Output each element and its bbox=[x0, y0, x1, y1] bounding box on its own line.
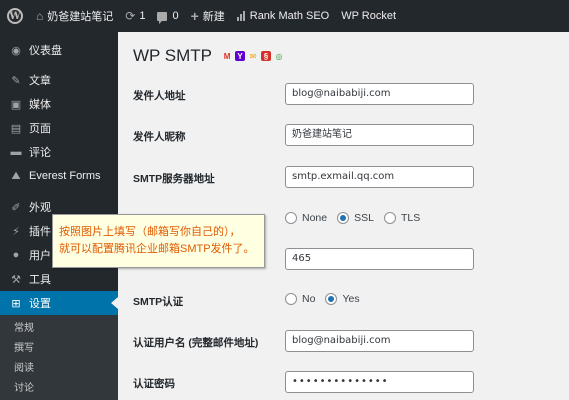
submenu-discussion[interactable]: 讨论 bbox=[0, 379, 118, 399]
everest-icon: ⛰ bbox=[11, 169, 21, 182]
settings-submenu: 常规 撰写 阅读 讨论 bbox=[0, 315, 118, 400]
comment-icon: ▬ bbox=[10, 146, 22, 158]
wrench-icon: ⚒ bbox=[11, 273, 21, 286]
username-input[interactable]: blog@naibabiji.com bbox=[285, 330, 474, 352]
refresh-icon: ⟳ bbox=[125, 9, 136, 23]
rank-math-label: Rank Math SEO bbox=[249, 10, 330, 22]
menu-label: 媒体 bbox=[29, 99, 51, 111]
settings-icon: ⊞ bbox=[11, 297, 21, 310]
updates-link[interactable]: ⟳ 1 bbox=[119, 0, 151, 32]
submenu-general[interactable]: 常规 bbox=[0, 319, 118, 339]
secure-tls-radio[interactable] bbox=[383, 212, 396, 224]
page-title: WP SMTP M Y ✉ § ◎ bbox=[133, 46, 284, 66]
menu-comments[interactable]: ▬ 评论 bbox=[0, 140, 118, 164]
netease-icon: § bbox=[261, 51, 272, 61]
auth-radio-group: No Yes bbox=[285, 293, 370, 305]
menu-label: 页面 bbox=[29, 123, 51, 135]
from-name-input[interactable]: 奶爸建站笔记 bbox=[285, 124, 474, 146]
site-name-link[interactable]: ⌂ 奶爸建站笔记 bbox=[30, 0, 119, 32]
media-icon: ▣ bbox=[10, 98, 22, 111]
gmail-icon: M bbox=[223, 51, 231, 61]
secure-ssl-label: SSL bbox=[354, 212, 374, 224]
wordpress-icon: W bbox=[7, 8, 23, 24]
comments-count: 0 bbox=[172, 10, 179, 22]
tooltip-line-2: 就可以配置腾讯企业邮箱SMTP发件了。 bbox=[59, 243, 255, 255]
auth-yes-label: Yes bbox=[342, 293, 360, 305]
menu-tools[interactable]: ⚒ 工具 bbox=[0, 267, 118, 291]
site-name: 奶爸建站笔记 bbox=[47, 11, 114, 23]
menu-label: 设置 bbox=[29, 298, 51, 310]
from-name-label: 发件人昵称 bbox=[133, 131, 186, 143]
instruction-tooltip: 按照图片上填写（邮箱写你自己的）， 就可以配置腾讯企业邮箱SMTP发件了。 bbox=[52, 214, 265, 268]
yahoo-icon: Y bbox=[235, 51, 246, 61]
smtp-auth-label: SMTP认证 bbox=[133, 296, 184, 308]
submenu-reading[interactable]: 阅读 bbox=[0, 359, 118, 379]
home-icon: ⌂ bbox=[36, 9, 44, 23]
submenu-writing[interactable]: 撰写 bbox=[0, 339, 118, 359]
menu-settings[interactable]: ⊞ 设置 bbox=[0, 291, 118, 315]
menu-pages[interactable]: ▤ 页面 bbox=[0, 116, 118, 140]
smtp-port-input[interactable]: 465 bbox=[285, 248, 474, 270]
page-icon: ▤ bbox=[10, 122, 22, 135]
menu-everest-forms[interactable]: ⛰ Everest Forms bbox=[0, 164, 118, 188]
comment-icon bbox=[157, 11, 168, 24]
wp-rocket-label: WP Rocket bbox=[341, 10, 397, 22]
menu-dashboard[interactable]: ◉ 仪表盘 bbox=[0, 38, 118, 62]
menu-label: 工具 bbox=[29, 274, 51, 286]
rank-math-icon bbox=[236, 11, 245, 21]
plugin-icon: ⚡ bbox=[12, 225, 20, 238]
auth-yes-radio[interactable] bbox=[325, 293, 338, 305]
menu-label: 用户 bbox=[29, 250, 51, 262]
rank-math-link[interactable]: Rank Math SEO bbox=[231, 0, 335, 32]
admin-bar: W ⌂ 奶爸建站笔记 ⟳ 1 0 + 新建 Rank Math SEO WP R… bbox=[0, 0, 569, 32]
menu-media[interactable]: ▣ 媒体 bbox=[0, 92, 118, 116]
menu-posts[interactable]: ✎ 文章 bbox=[0, 68, 118, 92]
updates-count: 1 bbox=[139, 10, 146, 22]
password-label: 认证密码 bbox=[133, 378, 175, 390]
menu-label: 评论 bbox=[29, 147, 51, 159]
auth-no-label: No bbox=[302, 293, 316, 305]
secure-none-radio[interactable] bbox=[285, 212, 297, 224]
tooltip-line-1: 按照图片上填写（邮箱写你自己的）， bbox=[59, 226, 241, 238]
smtp-host-input[interactable]: smtp.exmail.qq.com bbox=[285, 166, 474, 188]
wp-rocket-link[interactable]: WP Rocket bbox=[335, 0, 402, 32]
menu-label: 外观 bbox=[29, 202, 51, 214]
menu-label: Everest Forms bbox=[29, 170, 101, 182]
menu-label: 仪表盘 bbox=[29, 45, 62, 57]
outlook-icon: ◎ bbox=[275, 51, 283, 61]
user-icon: ● bbox=[12, 249, 20, 261]
page-title-text: WP SMTP bbox=[133, 46, 213, 65]
mail-provider-icons: M Y ✉ § ◎ bbox=[222, 51, 284, 61]
new-label: 新建 bbox=[202, 11, 225, 23]
secure-radio-group: None SSL TLS bbox=[285, 212, 430, 224]
wordpress-logo-button[interactable]: W bbox=[0, 0, 30, 32]
envelope-icon: ✉ bbox=[249, 51, 257, 61]
secure-none-label: None bbox=[302, 212, 328, 224]
menu-label: 插件 bbox=[29, 226, 51, 238]
from-address-input[interactable]: blog@naibabiji.com bbox=[285, 83, 474, 105]
secure-tls-label: TLS bbox=[400, 212, 421, 224]
brush-icon: ✐ bbox=[11, 201, 21, 214]
plus-icon: + bbox=[190, 8, 199, 24]
comments-link[interactable]: 0 bbox=[151, 0, 184, 32]
pin-icon: ✎ bbox=[11, 74, 21, 87]
auth-no-radio[interactable] bbox=[285, 293, 297, 305]
secure-ssl-radio[interactable] bbox=[337, 212, 350, 224]
password-input[interactable]: •••••••••••••• bbox=[285, 371, 474, 393]
username-label: 认证用户名 (完整邮件地址) bbox=[133, 337, 259, 349]
menu-label: 文章 bbox=[29, 75, 51, 87]
smtp-host-label: SMTP服务器地址 bbox=[133, 173, 215, 185]
from-address-label: 发件人地址 bbox=[133, 90, 186, 102]
dashboard-icon: ◉ bbox=[11, 44, 21, 57]
new-content-link[interactable]: + 新建 bbox=[185, 0, 231, 32]
